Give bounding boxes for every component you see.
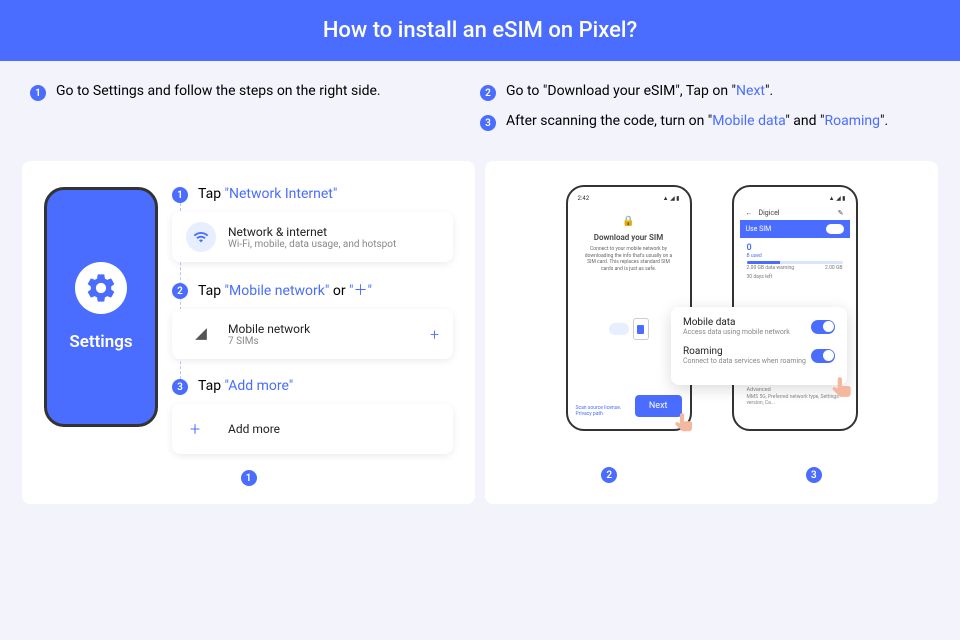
gear-icon (75, 262, 127, 314)
step-bullet-1: 1 (172, 187, 188, 203)
panels-row: Settings 1 Tap "Network Internet" Networ… (0, 161, 960, 504)
data-used: 0 (747, 243, 843, 253)
network-internet-card[interactable]: Network & internet Wi-Fi, mobile, data u… (172, 212, 453, 262)
status-icons: ▲ ◢ ▮ (829, 195, 846, 202)
download-title: Download your SIM (594, 233, 663, 242)
step-2: 2 Tap "Mobile network" or "＋" Mobile net… (172, 280, 453, 359)
download-sim-phone: 2:42▲ ◢ ▮ 🔒 Download your SIM Connect to… (566, 185, 692, 431)
settings-phone-mock: Settings (44, 187, 158, 427)
panel-1: Settings 1 Tap "Network Internet" Networ… (22, 161, 475, 504)
next-link: Next (736, 83, 765, 99)
carrier-name: Digicel (753, 209, 838, 217)
lock-icon: 🔒 (622, 216, 634, 227)
privacy-link[interactable]: Scan source license. Privacy path (576, 405, 635, 417)
plus-icon: + (186, 414, 216, 444)
card-title: Network & internet (228, 225, 396, 239)
roaming-link: Roaming (824, 113, 880, 129)
step-bullet-3: 3 (172, 379, 188, 395)
card-sub: Wi-Fi, mobile, data usage, and hotspot (228, 239, 396, 250)
roaming-toggle[interactable] (811, 349, 835, 363)
use-sim-row: Use SIM (740, 220, 850, 238)
intro-right: 2 Go to "Download your eSIM", Tap on "Ne… (480, 83, 930, 143)
usage-bar (747, 261, 843, 264)
toggles-popup: Mobile data Access data using mobile net… (671, 307, 847, 385)
add-more-link: "Add more" (225, 378, 294, 394)
carrier-row: ← Digicel ✎ (740, 206, 850, 220)
mobile-data-title: Mobile data (683, 317, 790, 328)
signal-icon (186, 319, 216, 349)
page-header: How to install an eSIM on Pixel? (0, 0, 960, 61)
mobile-network-card[interactable]: Mobile network 7 SIMs + (172, 309, 453, 359)
cloud-icon (609, 323, 629, 335)
intro-left: 1 Go to Settings and follow the steps on… (30, 83, 480, 143)
panel-2: 2:42▲ ◢ ▮ 🔒 Download your SIM Connect to… (485, 161, 938, 504)
next-button[interactable]: Next (635, 395, 682, 417)
intro-text-1: Go to Settings and follow the steps on t… (56, 83, 381, 99)
plus-link: "＋" (349, 283, 372, 299)
card-title: Add more (228, 422, 280, 436)
use-sim-toggle[interactable] (826, 224, 844, 234)
intro-text-3: After scanning the code, turn on "Mobile… (506, 113, 888, 129)
bullet-1: 1 (30, 85, 46, 101)
mobile-data-toggle[interactable] (811, 320, 835, 334)
back-icon[interactable]: ← (746, 209, 753, 217)
tap-pointer-icon (829, 375, 855, 401)
footer-1: 1 (44, 468, 453, 486)
card-sub: 7 SIMs (228, 336, 310, 347)
bullet-3: 3 (480, 115, 496, 131)
intro-section: 1 Go to Settings and follow the steps on… (0, 61, 960, 161)
header-title: How to install an eSIM on Pixel? (323, 18, 637, 43)
edit-icon[interactable]: ✎ (838, 209, 844, 217)
mobile-data-row: Mobile data Access data using mobile net… (683, 317, 835, 336)
bullet-2: 2 (480, 85, 496, 101)
mobile-network-link: "Mobile network" (225, 283, 330, 299)
step-3: 3 Tap "Add more" + Add more (172, 377, 453, 454)
wifi-icon (186, 222, 216, 252)
status-icons: ▲ ◢ ▮ (663, 195, 680, 202)
intro-item-1: 1 Go to Settings and follow the steps on… (30, 83, 480, 101)
intro-item-2: 2 Go to "Download your eSIM", Tap on "Ne… (480, 83, 930, 101)
tap-pointer-icon (672, 411, 696, 435)
network-internet-link: "Network Internet" (225, 186, 338, 202)
roaming-title: Roaming (683, 346, 806, 357)
download-desc: Connect to your mobile network by downlo… (580, 246, 678, 272)
intro-item-3: 3 After scanning the code, turn on "Mobi… (480, 113, 930, 131)
step-1: 1 Tap "Network Internet" Network & inter… (172, 185, 453, 262)
add-more-card[interactable]: + Add more (172, 404, 453, 454)
mobile-data-sub: Access data using mobile network (683, 328, 790, 336)
plus-icon[interactable]: + (430, 325, 439, 344)
roaming-row: Roaming Connect to data services when ro… (683, 346, 835, 365)
sim-icon (633, 318, 649, 340)
footer-right: 2 3 (507, 465, 916, 483)
card-title: Mobile network (228, 322, 310, 336)
roaming-sub: Connect to data services when roaming (683, 357, 806, 365)
settings-label: Settings (69, 332, 132, 352)
sim-illustration (609, 304, 649, 354)
status-bar: 2:42▲ ◢ ▮ (574, 195, 684, 206)
intro-text-2: Go to "Download your eSIM", Tap on "Next… (506, 83, 773, 99)
status-bar: ▲ ◢ ▮ (740, 195, 850, 206)
step-bullet-2: 2 (172, 283, 188, 299)
steps-column: 1 Tap "Network Internet" Network & inter… (172, 185, 453, 454)
mobile-data-link: Mobile data (712, 113, 785, 129)
